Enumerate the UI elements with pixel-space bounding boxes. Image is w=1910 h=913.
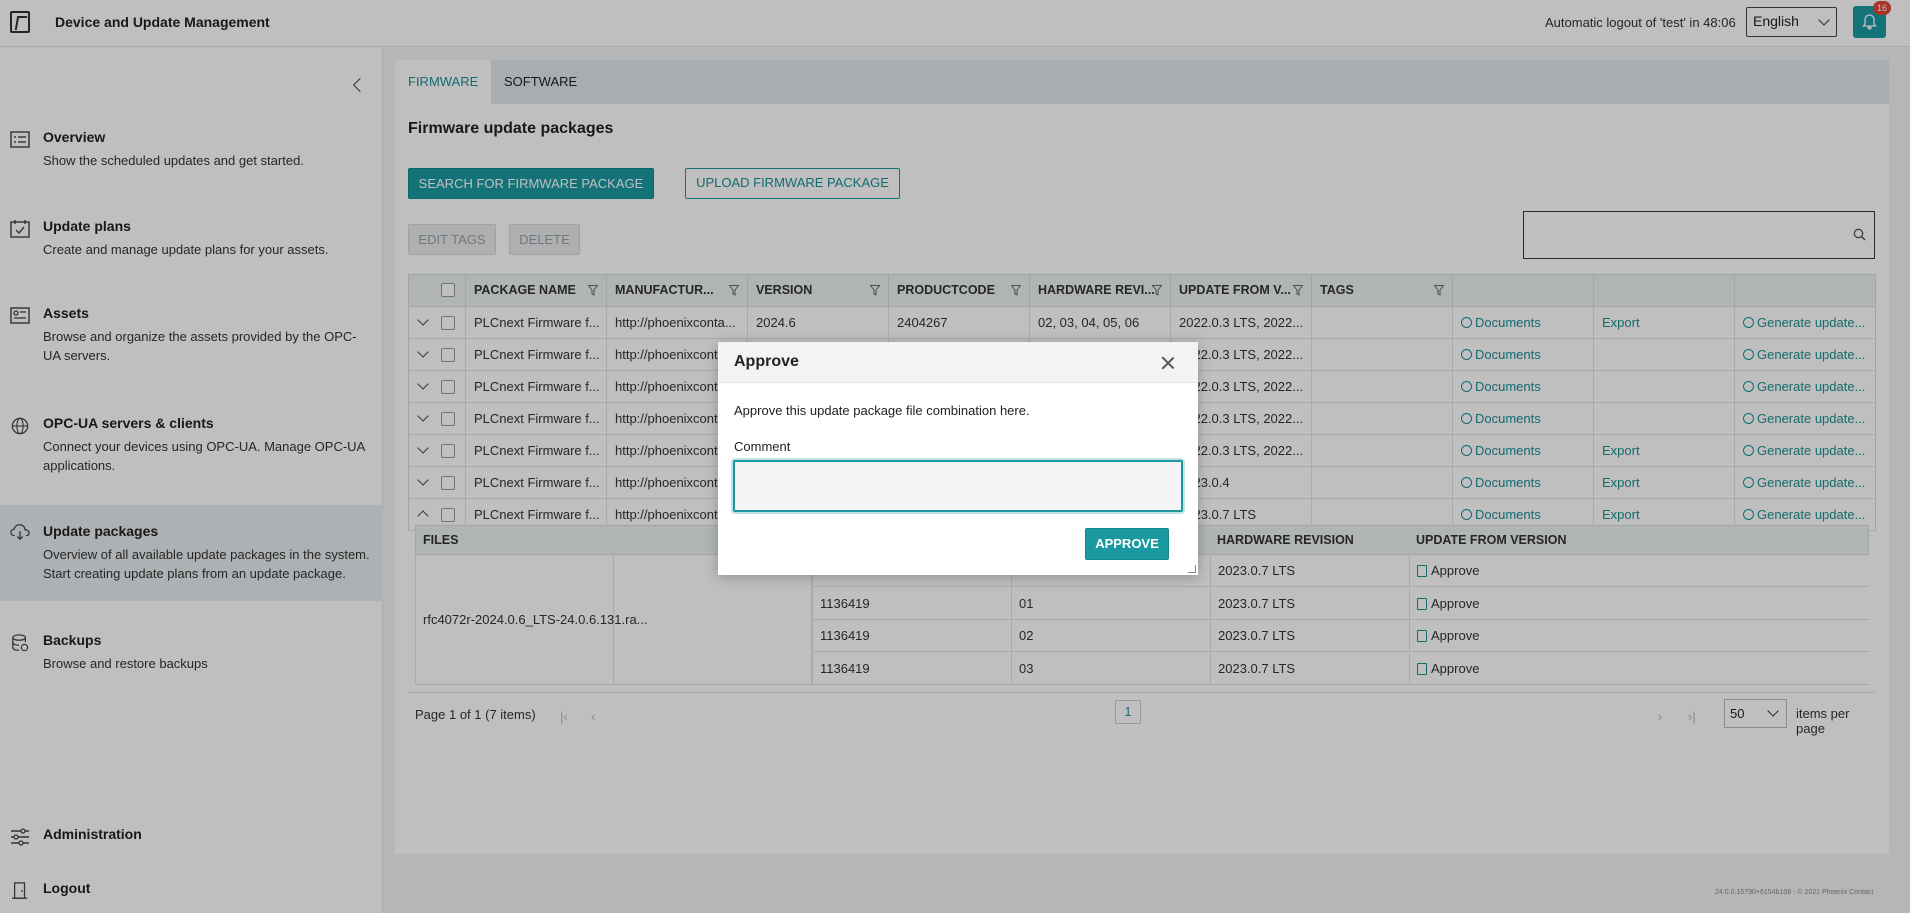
approve-dialog: Approve Approve this update package file…: [718, 342, 1198, 575]
comment-field[interactable]: [733, 460, 1183, 512]
resize-grip-icon[interactable]: [1188, 565, 1196, 573]
approve-button[interactable]: APPROVE: [1085, 528, 1169, 560]
dialog-header: Approve: [718, 342, 1198, 383]
comment-label: Comment: [734, 439, 791, 454]
close-icon[interactable]: [1161, 356, 1175, 370]
dialog-message: Approve this update package file combina…: [734, 403, 1030, 418]
dialog-title: Approve: [734, 353, 799, 370]
